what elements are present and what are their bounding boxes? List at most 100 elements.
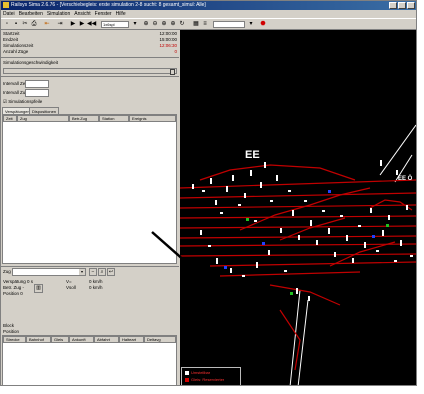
maximize-button[interactable] [398,2,406,9]
block-marker [246,218,249,221]
signal [268,250,270,255]
chevron-down-icon[interactable]: ▾ [247,21,255,28]
signal [304,200,307,202]
block-marker [328,190,331,193]
track-group [180,164,416,371]
signal [226,186,228,192]
interval-train-input[interactable] [25,89,49,97]
close-button[interactable] [407,2,415,9]
status-row: Anzahl Züge 0 [3,49,177,55]
signal [380,160,382,166]
stop-icon[interactable]: ◀◀ [87,21,96,28]
back-button[interactable]: ↩ [107,268,115,276]
control-panel: Startzeit 12:00:00 Endzeit 15:00:00 Simula… [1,30,179,385]
train-label: Zug [3,269,11,274]
layers-icon[interactable]: ≡ [201,21,209,28]
signal [202,190,205,192]
refresh-icon[interactable]: ↻ [178,21,186,28]
legend-item: Umstellbar [185,370,210,375]
speed-slider[interactable] [3,68,177,75]
signal [215,200,217,205]
station-label-ee: EE [245,149,260,161]
menu-item-bearbeiten[interactable]: Bearbeiten [19,11,43,17]
title-bar: Railsys Sima 2.6.76 - [Verschiebegleis: … [1,1,416,10]
column-header[interactable]: Zeit [3,115,17,122]
menu-item-fenster[interactable]: Fenster [95,11,112,17]
station-label-ee-o: EE Ö [398,176,413,182]
column-header[interactable]: Strecke [3,336,26,343]
column-header[interactable]: Ankunft [69,336,94,343]
app-icon [3,2,9,8]
chevron-down-icon[interactable]: ▾ [79,269,85,275]
prev-icon[interactable]: ⇤ [43,21,51,28]
track-line [209,261,416,267]
simulation-arrows-checkbox[interactable]: ☑ Simulationspfeile [3,99,42,105]
column-header[interactable]: Betr.Zug [69,115,99,122]
column-header[interactable]: Halteart [119,336,144,343]
signal [210,178,212,184]
zoom-area-icon[interactable]: ⊕ [169,21,177,28]
signal [346,235,348,241]
column-header[interactable]: Ereignis [129,115,176,122]
speed-select[interactable]: 1x6spl [101,21,129,28]
vertical-scrollbar[interactable] [416,30,417,386]
signal [256,262,258,268]
column-header[interactable]: Station [99,115,129,122]
signal [244,193,246,198]
play-icon[interactable]: ▶ [69,21,77,28]
signal [376,250,379,252]
divider [1,57,179,58]
speed-label: Simulationsgeschwindigkeit [3,60,59,65]
signal [328,228,330,234]
signal [276,175,278,181]
menu-item-datei[interactable]: Datei [3,11,15,17]
signal [280,228,282,233]
checkbox-label: Simulationspfeile [8,99,43,104]
signal [238,204,241,206]
application-window: Railsys Sima 2.6.76 - [Verschiebegleis: … [0,0,417,386]
step-icon[interactable]: ⇥ [56,21,64,28]
column-header[interactable]: Gleis [51,336,69,343]
interval-time-input[interactable] [25,80,49,88]
menu-bar: Datei Bearbeiten Simulation Ansicht Fenster H… [1,10,416,18]
save-icon[interactable]: ▪ [12,21,20,28]
minimize-button[interactable] [389,2,397,9]
column-header[interactable]: Bahnhof [26,336,51,343]
slider-thumb[interactable] [170,69,175,75]
column-header[interactable]: Abfahrt [94,336,119,343]
new-icon[interactable]: ▫ [3,21,11,28]
menu-item-ansicht[interactable]: Ansicht [74,11,90,17]
cut-icon[interactable]: ✂ [21,21,29,28]
menu-item-simulation[interactable]: Simulation [47,11,70,17]
signal [406,205,408,210]
track-line [180,225,416,229]
print-icon[interactable]: ⎙ [30,21,38,28]
legend-swatch [185,377,189,382]
column-header[interactable]: Deltavg [144,336,176,343]
track-network-canvas[interactable]: EE EE Ö [180,30,416,385]
menu-item-hilfe[interactable]: Hilfe [116,11,126,17]
status-label: Simulationszeit [3,43,34,48]
pause-icon[interactable]: ▶ [78,21,86,28]
signal [284,270,287,272]
vsoll-value: 0 km/h [89,285,103,290]
signal [250,170,252,176]
zoom-in-icon[interactable]: ⊕ [142,21,150,28]
block-marker [372,235,375,238]
signal [298,235,300,240]
timetable-table: Strecke Bahnhof Gleis Ankunft Abfahrt Ha… [2,335,177,385]
chevron-down-icon[interactable]: ▾ [131,21,139,28]
stop-sign-icon[interactable]: ⬣ [259,21,267,28]
column-header[interactable]: Zug [17,115,69,122]
train-select[interactable]: ▾ [12,268,86,276]
layer-select[interactable] [213,21,245,28]
tab-dispositions[interactable]: Dispositionen [29,107,60,114]
search-icon[interactable]: ⌕ [98,268,106,276]
block-marker [290,292,293,295]
zoom-fit-icon[interactable]: ⊕ [160,21,168,28]
signal [364,242,366,248]
train-icon[interactable]: ▥ [34,284,43,293]
minus-button[interactable]: − [89,268,97,276]
grid-icon[interactable]: ▦ [192,21,200,28]
zoom-out-icon[interactable]: ⊖ [151,21,159,28]
